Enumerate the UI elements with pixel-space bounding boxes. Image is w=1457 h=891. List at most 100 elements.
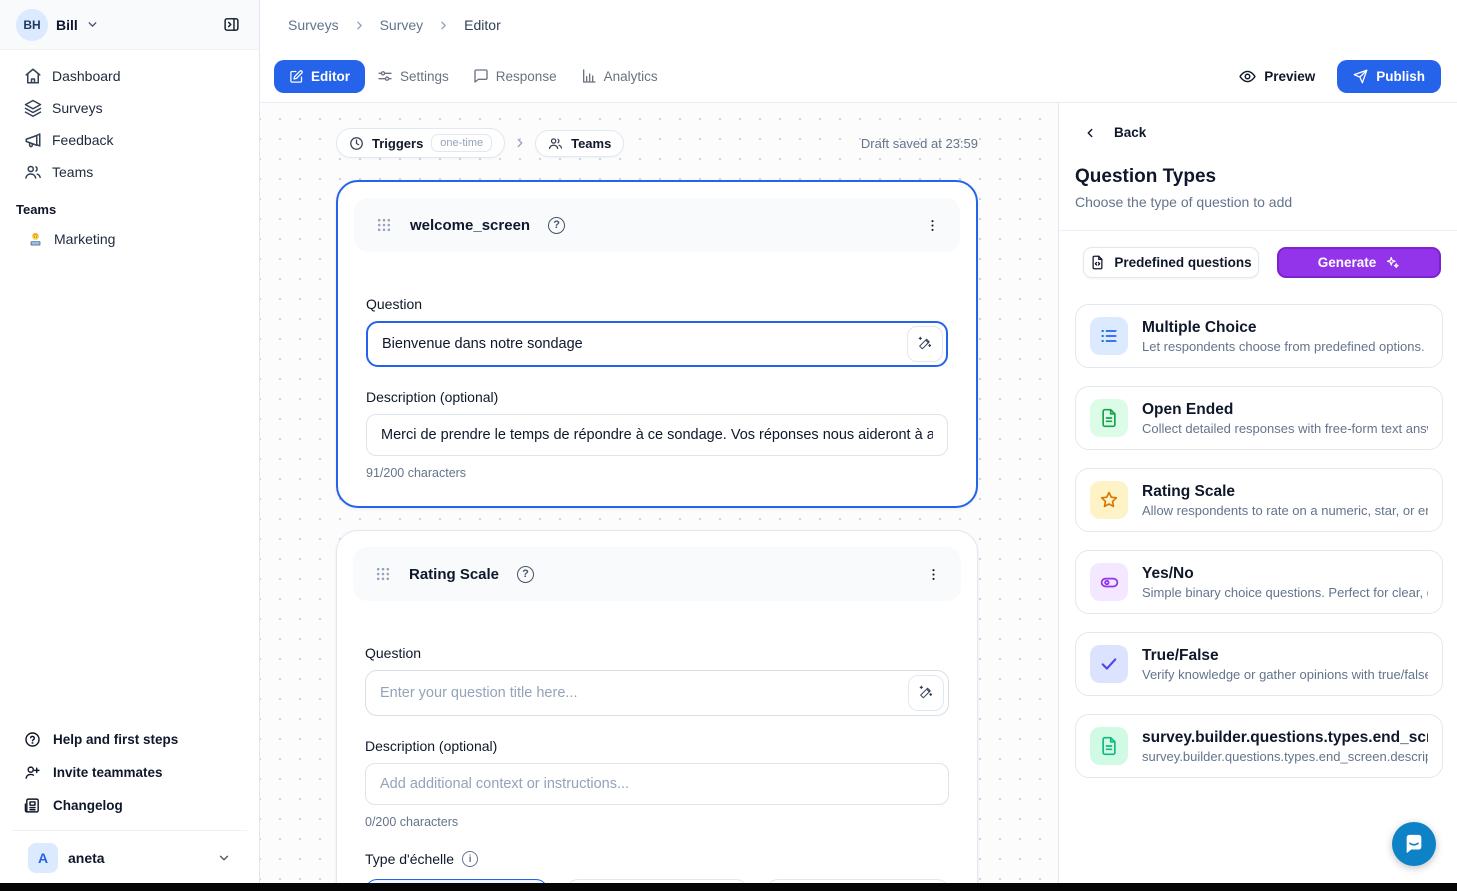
account-menu[interactable]: A aneta xyxy=(12,831,247,891)
account-name: aneta xyxy=(68,850,105,866)
question-type-description: survey.builder.questions.types.end_scree… xyxy=(1142,749,1428,764)
megaphone-icon xyxy=(24,131,42,149)
sidebar-item-help[interactable]: Help and first steps xyxy=(12,723,247,756)
draft-status: Draft saved at 23:59 xyxy=(861,136,978,151)
question-title-input[interactable] xyxy=(365,670,949,716)
triggers-label: Triggers xyxy=(372,136,423,151)
chevron-right-icon xyxy=(353,19,366,32)
question-card-rating-scale[interactable]: Rating Scale ? Question xyxy=(336,530,978,891)
question-description-input[interactable] xyxy=(365,763,949,805)
publish-label: Publish xyxy=(1376,69,1425,84)
tab-editor[interactable]: Editor xyxy=(274,60,365,93)
layers-icon xyxy=(24,99,42,117)
question-card-title: welcome_screen xyxy=(410,217,530,234)
generate-label: Generate xyxy=(1318,255,1377,270)
triggers-pill[interactable]: Triggers one-time xyxy=(336,128,505,158)
workspace-avatar: BH xyxy=(16,9,48,41)
tab-label: Response xyxy=(496,69,557,84)
question-type-description: Verify knowledge or gather opinions with… xyxy=(1142,667,1428,682)
question-description-input[interactable] xyxy=(366,414,948,456)
publish-button[interactable]: Publish xyxy=(1337,60,1441,93)
tab-response[interactable]: Response xyxy=(461,59,569,93)
sidebar-footer: Help and first steps Invite teammates Ch… xyxy=(0,717,259,891)
back-button[interactable]: Back xyxy=(1059,103,1457,140)
help-circle-icon xyxy=(24,731,41,748)
sidebar-item-dashboard[interactable]: Dashboard xyxy=(12,60,247,92)
question-card-welcome-screen[interactable]: welcome_screen ? Question xyxy=(336,180,978,508)
magic-wand-button[interactable] xyxy=(907,326,943,362)
preview-label: Preview xyxy=(1264,69,1315,84)
breadcrumb-surveys[interactable]: Surveys xyxy=(288,17,339,33)
workspace-name: Bill xyxy=(56,17,78,33)
question-type-title: Rating Scale xyxy=(1142,483,1428,501)
help-icon[interactable]: ? xyxy=(548,217,565,234)
chevron-down-icon xyxy=(217,851,231,865)
sidebar-item-label: Teams xyxy=(52,164,93,180)
question-type-yes-no[interactable]: Yes/No Simple binary choice questions. P… xyxy=(1075,550,1443,614)
sparkles-icon xyxy=(1385,255,1400,270)
chevron-right-icon xyxy=(437,19,450,32)
tab-label: Editor xyxy=(311,69,350,84)
chevron-left-icon xyxy=(1083,126,1097,140)
breadcrumb: Surveys Survey Editor xyxy=(260,0,1457,50)
question-type-title: survey.builder.questions.types.end_scr..… xyxy=(1142,729,1428,747)
tab-settings[interactable]: Settings xyxy=(365,59,461,93)
question-card-title: Rating Scale xyxy=(409,566,499,583)
breadcrumb-editor[interactable]: Editor xyxy=(464,17,501,33)
question-field-label: Question xyxy=(366,296,948,312)
survey-toolbar: Editor Settings Response Analytics xyxy=(260,50,1457,103)
predefined-questions-button[interactable]: Predefined questions xyxy=(1083,247,1259,278)
kebab-menu-icon[interactable] xyxy=(922,563,945,586)
preview-button[interactable]: Preview xyxy=(1239,68,1315,85)
back-label: Back xyxy=(1114,125,1146,140)
drag-handle-icon[interactable] xyxy=(375,566,391,582)
question-types-panel: Back Question Types Choose the type of q… xyxy=(1059,103,1457,891)
users-icon xyxy=(24,163,42,181)
question-field-label: Question xyxy=(365,645,949,661)
chevron-right-icon xyxy=(513,136,527,150)
sidebar-item-surveys[interactable]: Surveys xyxy=(12,92,247,124)
woman-technologist-emoji xyxy=(26,230,44,248)
question-type-true-false[interactable]: True/False Verify knowledge or gather op… xyxy=(1075,632,1443,696)
scale-type-label: Type d'échelle i xyxy=(365,851,949,867)
kebab-menu-icon[interactable] xyxy=(921,214,944,237)
chat-widget-button[interactable] xyxy=(1392,822,1436,866)
magic-wand-button[interactable] xyxy=(908,675,944,711)
chat-bubble-icon xyxy=(1403,833,1425,855)
sidebar-collapse-icon[interactable] xyxy=(217,11,245,39)
question-type-rating-scale[interactable]: Rating Scale Allow respondents to rate o… xyxy=(1075,468,1443,532)
tab-analytics[interactable]: Analytics xyxy=(569,59,670,93)
sidebar-item-marketing[interactable]: Marketing xyxy=(12,223,247,255)
app-window: BH Bill Dashboard Surveys xyxy=(0,0,1457,891)
question-type-list: Multiple Choice Let respondents choose f… xyxy=(1059,278,1457,778)
help-icon[interactable]: ? xyxy=(517,566,534,583)
question-type-end-screen[interactable]: survey.builder.questions.types.end_scr..… xyxy=(1075,714,1443,778)
home-icon xyxy=(24,67,42,85)
tab-label: Settings xyxy=(400,69,449,84)
file-text-icon xyxy=(1090,727,1128,765)
panel-title: Question Types xyxy=(1059,140,1457,188)
sidebar-item-invite[interactable]: Invite teammates xyxy=(12,756,247,789)
question-title-input[interactable] xyxy=(366,321,948,367)
info-icon[interactable]: i xyxy=(462,851,478,867)
question-type-open-ended[interactable]: Open Ended Collect detailed responses wi… xyxy=(1075,386,1443,450)
question-type-title: Yes/No xyxy=(1142,565,1428,583)
teams-pill[interactable]: Teams xyxy=(535,130,624,157)
chevron-down-icon xyxy=(86,18,99,31)
char-count: 0/200 characters xyxy=(365,815,949,829)
drag-handle-icon[interactable] xyxy=(376,217,392,233)
team-item-label: Marketing xyxy=(54,231,115,247)
footer-item-label: Changelog xyxy=(53,798,123,813)
description-field-label: Description (optional) xyxy=(366,389,948,405)
generate-button[interactable]: Generate xyxy=(1277,247,1441,278)
question-type-multiple-choice[interactable]: Multiple Choice Let respondents choose f… xyxy=(1075,304,1443,368)
breadcrumb-survey[interactable]: Survey xyxy=(380,17,424,33)
sidebar-item-changelog[interactable]: Changelog xyxy=(12,789,247,822)
teams-label: Teams xyxy=(571,136,611,151)
star-icon xyxy=(1090,481,1128,519)
sidebar-item-teams[interactable]: Teams xyxy=(12,156,247,188)
question-type-title: Open Ended xyxy=(1142,401,1428,419)
sidebar-item-feedback[interactable]: Feedback xyxy=(12,124,247,156)
workspace-switcher[interactable]: BH Bill xyxy=(0,0,259,50)
footer-item-label: Help and first steps xyxy=(53,732,178,747)
